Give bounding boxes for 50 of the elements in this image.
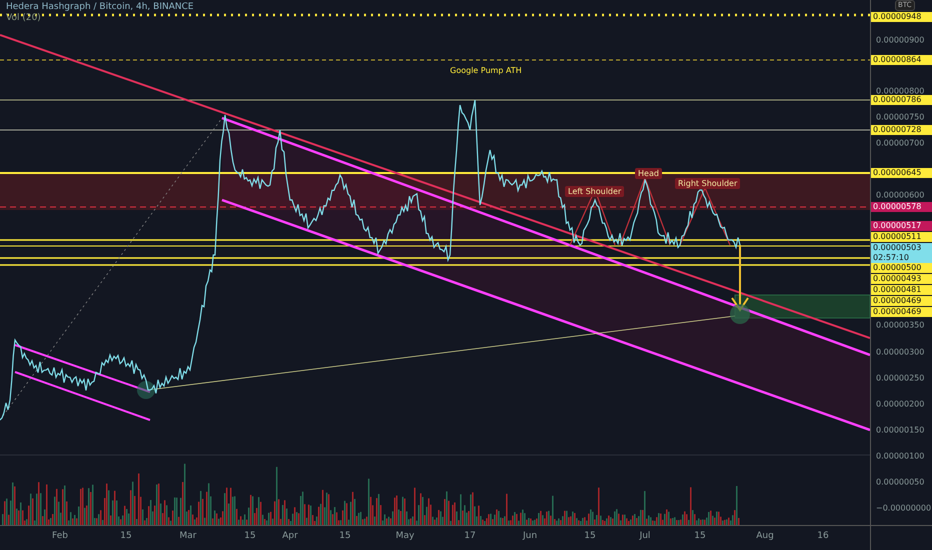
time-label: Jul	[640, 531, 650, 541]
axis-tick-label: 0.00000700	[876, 138, 924, 148]
axis-tick-label: 0.00000100	[876, 452, 924, 460]
price-tag: 0.00000864	[871, 55, 932, 65]
pattern-label: Head	[635, 168, 662, 179]
price-tag: 0.00000469	[871, 296, 932, 306]
price-tag: 0.00000500	[871, 263, 932, 273]
axis-tick-label: 0.00000800	[876, 86, 924, 96]
level-label: Google Pump ATH	[450, 66, 522, 75]
axis-tick-label: 0.00000350	[876, 320, 924, 330]
price-tag: 0.00000786	[871, 95, 932, 105]
pattern-label: Left Shoulder	[565, 186, 624, 197]
time-label: Mar	[180, 531, 196, 541]
time-label: Feb	[52, 531, 68, 541]
price-tag: 0.00000578	[871, 202, 932, 212]
symbol-title: Hedera Hashgraph / Bitcoin, 4h, BINANCE	[6, 2, 194, 12]
pattern-line	[679, 186, 731, 246]
price-tag: 0.00000948	[871, 12, 932, 22]
price-tag: 0.00000503 02:57:10	[871, 243, 932, 263]
axis-tick-label: 0.00000750	[876, 112, 924, 122]
price-tag: 0.00000728	[871, 125, 932, 135]
time-label: 15	[244, 531, 256, 541]
price-tag: 0.00000469	[871, 307, 932, 317]
axis-tick-label: 0.00000050	[876, 478, 924, 486]
price-tag: 0.00000645	[871, 168, 932, 178]
axis-tick-label: 0.00000250	[876, 374, 924, 382]
highlight-circle	[730, 304, 750, 324]
time-label: May	[396, 531, 414, 541]
price-tag: 0.00000511	[871, 232, 932, 242]
highlight-circle	[137, 381, 155, 399]
time-label: Apr	[282, 531, 298, 541]
axis-tick-label: 0.00000600	[876, 190, 924, 200]
price-tag: 0.00000481	[871, 285, 932, 295]
axis-tick-label: 0.00000150	[876, 426, 924, 434]
time-label: 15	[339, 531, 351, 541]
axis-tick-label: 0.00000900	[876, 36, 924, 44]
price-tag: 0.00000493	[871, 274, 932, 284]
time-label: Jun	[522, 531, 538, 541]
axis-tick-label: −0.00000000	[876, 504, 932, 512]
volume-indicator-label: Vol (20)	[6, 13, 42, 23]
time-label: 17	[464, 531, 476, 541]
pattern-label: Right Shoulder	[675, 178, 740, 189]
time-label: 15	[694, 531, 706, 541]
price-tag: 0.00000517	[871, 221, 932, 231]
time-label: 16	[817, 531, 829, 541]
axis-tick-label: 0.00000300	[876, 348, 924, 356]
time-label: Aug	[756, 531, 774, 541]
time-label: 15	[120, 531, 132, 541]
time-label: 15	[584, 531, 596, 541]
axis-tick-label: 0.00000200	[876, 400, 924, 408]
